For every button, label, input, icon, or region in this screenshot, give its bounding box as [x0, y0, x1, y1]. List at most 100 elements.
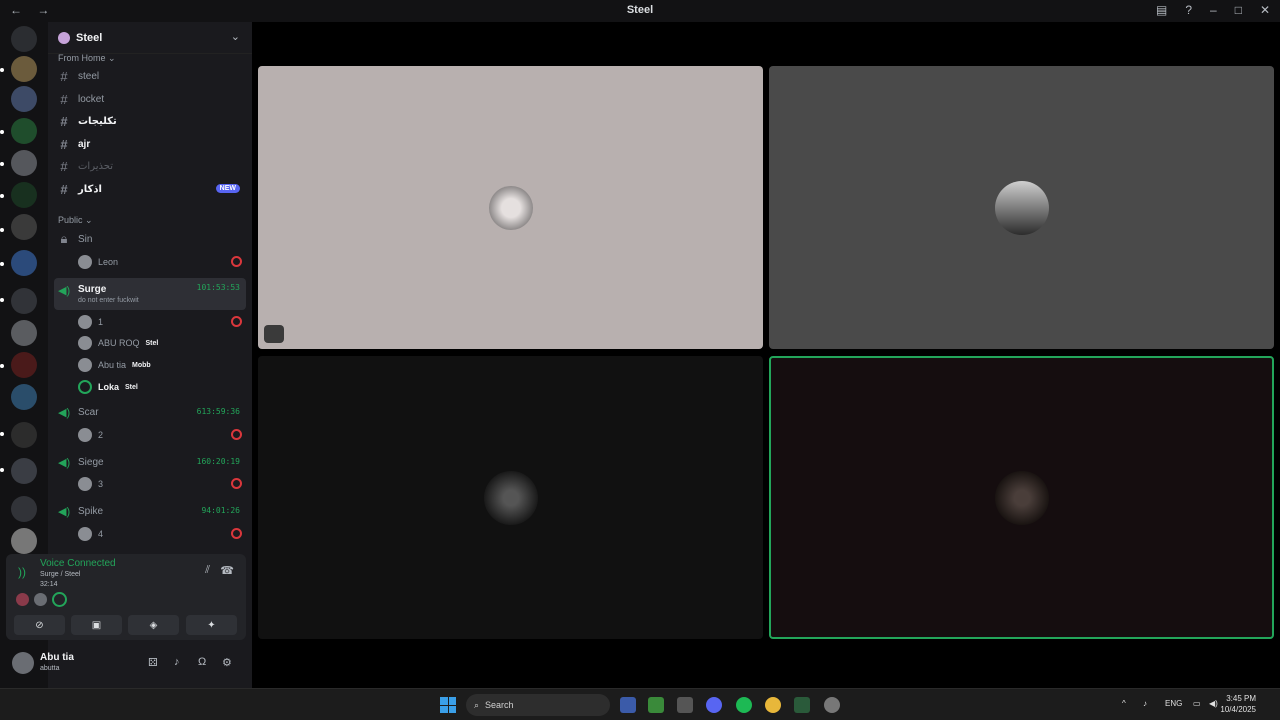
- maximize-button[interactable]: □: [1235, 3, 1242, 17]
- avatar: [78, 477, 92, 491]
- participant-avatar: [483, 470, 538, 525]
- server-icon[interactable]: [11, 214, 37, 240]
- app-icon[interactable]: [620, 697, 636, 713]
- voice-user[interactable]: 3: [78, 475, 246, 493]
- disconnect-icon[interactable]: ☎: [220, 564, 234, 577]
- participant-tile-speaking[interactable]: [769, 356, 1274, 639]
- start-button[interactable]: [440, 697, 456, 713]
- text-channel[interactable]: # تكليجات: [54, 111, 246, 131]
- server-tag: Stel: [125, 383, 138, 391]
- minecraft-icon[interactable]: [648, 697, 664, 713]
- server-icon[interactable]: [11, 528, 37, 554]
- camera-off-button[interactable]: ⊘: [14, 615, 65, 635]
- spotify-icon[interactable]: [736, 697, 752, 713]
- voice-channel-locked[interactable]: 🔒︎ Sin: [54, 229, 246, 249]
- search-icon: ⌕: [474, 699, 480, 710]
- server-icon[interactable]: [11, 320, 37, 346]
- voice-path[interactable]: Surge / Steel: [40, 571, 80, 578]
- deafened-icon: [231, 429, 242, 440]
- taskbar: ⌕ Search ^ ♪ ENG ▭ ◀) 3:45 PM 10/4/2025: [0, 688, 1280, 720]
- help-icon[interactable]: ?: [1185, 3, 1192, 17]
- server-icon[interactable]: [11, 86, 37, 112]
- speaker-icon: ◀): [58, 506, 71, 518]
- user-avatar[interactable]: [12, 652, 34, 674]
- voice-channel[interactable]: ◀) Spike 94:01:26: [54, 501, 246, 521]
- guild-header[interactable]: Steel ⌄: [48, 22, 252, 54]
- voice-user[interactable]: ABU ROQ Stel: [78, 334, 246, 352]
- voice-user[interactable]: 4: [78, 525, 246, 543]
- avatar[interactable]: [52, 592, 67, 607]
- close-button[interactable]: ✕: [1260, 3, 1270, 17]
- chevron-down-icon[interactable]: ⌄: [231, 30, 240, 43]
- voice-user[interactable]: Loka Stel: [78, 378, 246, 396]
- voice-status[interactable]: Voice Connected: [40, 558, 116, 569]
- category-from-home[interactable]: From Home ⌄: [58, 53, 116, 64]
- text-channel[interactable]: # locket: [54, 89, 246, 109]
- server-icon[interactable]: [11, 422, 37, 448]
- language-indicator[interactable]: ENG: [1165, 699, 1182, 708]
- voice-user[interactable]: 2: [78, 426, 246, 444]
- server-icon[interactable]: [11, 352, 37, 378]
- server-icon[interactable]: [11, 118, 37, 144]
- server-icon[interactable]: [11, 250, 37, 276]
- chrome-icon[interactable]: [765, 697, 781, 713]
- clock[interactable]: 3:45 PM 10/4/2025: [1220, 693, 1256, 715]
- participant-tile[interactable]: [258, 66, 763, 349]
- server-icon[interactable]: [11, 182, 37, 208]
- voice-user[interactable]: 1: [78, 313, 246, 331]
- activity-button[interactable]: ◈: [128, 615, 179, 635]
- app-icon[interactable]: [824, 697, 840, 713]
- voice-channel[interactable]: ◀) Scar 613:59:36: [54, 402, 246, 422]
- text-channel[interactable]: # اذكار NEW: [54, 179, 246, 199]
- voice-user[interactable]: Leon: [78, 253, 246, 271]
- server-icon[interactable]: [11, 458, 37, 484]
- text-channel[interactable]: # ajr: [54, 134, 246, 154]
- text-channel[interactable]: # steel: [54, 66, 246, 86]
- discord-icon[interactable]: [706, 697, 722, 713]
- inbox-icon[interactable]: ▤: [1156, 3, 1167, 17]
- network-icon[interactable]: ▭: [1193, 699, 1201, 708]
- headphones-icon[interactable]: Ω: [198, 656, 206, 668]
- server-icon[interactable]: [11, 384, 37, 410]
- speaker-icon: ◀): [58, 285, 71, 297]
- gear-icon[interactable]: ⚙: [222, 656, 232, 669]
- noise-suppression-icon[interactable]: ⫽: [205, 564, 210, 577]
- username[interactable]: Abu tia: [40, 652, 74, 663]
- avatar: [78, 358, 92, 372]
- title-bar: ← → Steel ▤ ? – □ ✕: [0, 0, 1280, 22]
- chevron-up-icon[interactable]: ^: [1122, 699, 1126, 708]
- server-icon[interactable]: [11, 150, 37, 176]
- avatar[interactable]: [16, 593, 29, 606]
- voice-channel[interactable]: ◀) Siege 160:20:19: [54, 452, 246, 472]
- microphone-icon[interactable]: ♪: [1143, 699, 1147, 708]
- unread-indicator: [0, 194, 4, 198]
- soundboard-button[interactable]: ✦: [186, 615, 237, 635]
- deafened-icon[interactable]: [264, 325, 284, 343]
- text-channel[interactable]: # تحذيرات: [54, 156, 246, 176]
- voice-channel-active[interactable]: ◀) Surge do not enter fuckwit 101:53:53: [54, 278, 246, 310]
- minimize-button[interactable]: –: [1210, 3, 1217, 17]
- folder-icon[interactable]: [11, 496, 37, 522]
- unread-indicator: [0, 228, 4, 232]
- search-bar[interactable]: ⌕ Search: [466, 694, 610, 716]
- category-public[interactable]: Public ⌄: [58, 215, 93, 226]
- xbox-icon[interactable]: [794, 697, 810, 713]
- server-icon[interactable]: [11, 56, 37, 82]
- app-icon[interactable]: [677, 697, 693, 713]
- unread-indicator: [0, 468, 4, 472]
- server-icon[interactable]: [11, 26, 37, 52]
- avatar: [78, 336, 92, 350]
- hash-icon: #: [60, 136, 68, 152]
- participant-tile[interactable]: [769, 66, 1274, 349]
- voice-user[interactable]: Abu tia Mobb: [78, 356, 246, 374]
- server-tag: Mobb: [132, 361, 151, 369]
- gamepad-icon[interactable]: ⚄: [148, 656, 158, 669]
- volume-icon[interactable]: ◀): [1209, 699, 1218, 708]
- avatar[interactable]: [34, 593, 47, 606]
- signal-icon[interactable]: )): [18, 565, 26, 579]
- voice-time: 32:14: [40, 581, 58, 588]
- participant-tile[interactable]: [258, 356, 763, 639]
- folder-icon[interactable]: [11, 288, 37, 314]
- screen-share-button[interactable]: ▣: [71, 615, 122, 635]
- microphone-icon[interactable]: ♪: [174, 656, 180, 668]
